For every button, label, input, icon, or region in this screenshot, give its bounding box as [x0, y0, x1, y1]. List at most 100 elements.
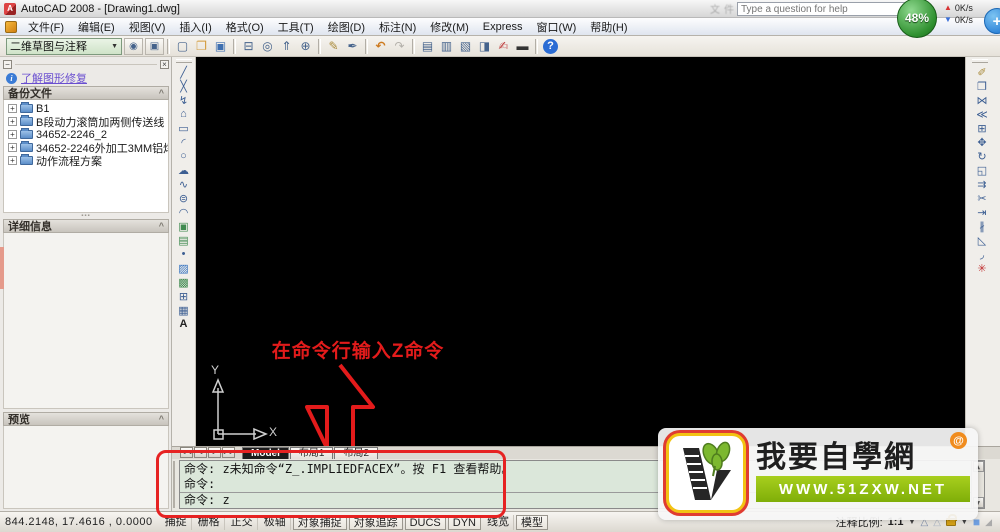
- preview-header[interactable]: 预览 ^: [3, 412, 169, 426]
- spline-icon[interactable]: ∿: [174, 177, 194, 191]
- help-search-input[interactable]: [737, 2, 913, 16]
- plot-preview-icon[interactable]: ◎: [258, 38, 277, 55]
- tree-item[interactable]: + B段动力滚筒加两侧传送线: [4, 115, 168, 128]
- tab-layout2[interactable]: 布局2: [334, 447, 379, 459]
- trim-icon[interactable]: ✂: [972, 191, 992, 205]
- mirror-icon[interactable]: ⋈: [972, 93, 992, 107]
- point-icon[interactable]: •: [174, 247, 194, 261]
- toggle-model[interactable]: 模型: [515, 514, 548, 530]
- markup-set-manager-icon[interactable]: ✍: [494, 38, 513, 55]
- ellipse-icon[interactable]: ⊜: [174, 191, 194, 205]
- fillet-icon[interactable]: ◞: [972, 247, 992, 261]
- erase-icon[interactable]: ✐: [972, 65, 992, 79]
- plot-icon[interactable]: ⊟: [239, 38, 258, 55]
- resize-grip[interactable]: ◢: [985, 517, 992, 528]
- command-window-grip[interactable]: [173, 461, 177, 508]
- backup-files-header[interactable]: 备份文件 ^: [3, 86, 169, 100]
- revcloud-icon[interactable]: ☁: [174, 163, 194, 177]
- learn-recovery-link[interactable]: 了解图形修复: [21, 70, 87, 86]
- pencil-icon[interactable]: ✎: [324, 38, 343, 55]
- prev-tab-button-icon[interactable]: ◄: [194, 447, 207, 458]
- expand-icon[interactable]: +: [8, 156, 17, 165]
- toggle-snap[interactable]: 捕捉: [161, 514, 192, 530]
- toggle-polar[interactable]: 极轴: [260, 514, 291, 530]
- first-tab-button-icon[interactable]: ◄◄: [180, 447, 193, 458]
- tree-item[interactable]: + 34652-2246外加工3MM铝焊接: [4, 141, 168, 154]
- stretch-icon[interactable]: ⇉: [972, 177, 992, 191]
- open-file-icon[interactable]: ❐: [192, 38, 211, 55]
- table-icon[interactable]: ▦: [174, 303, 194, 317]
- hatch-icon[interactable]: ▨: [174, 261, 194, 275]
- rotate-icon[interactable]: ↻: [972, 149, 992, 163]
- circle-icon[interactable]: ○: [174, 149, 194, 163]
- undo-icon[interactable]: ↶: [371, 38, 390, 55]
- toggle-grid[interactable]: 栅格: [194, 514, 225, 530]
- gradient-icon[interactable]: ▩: [174, 275, 194, 289]
- toggle-osnap[interactable]: 对象捕捉: [292, 514, 347, 530]
- publish-icon[interactable]: ⇑: [277, 38, 296, 55]
- toolbar-grip[interactable]: [175, 59, 192, 63]
- rectangle-icon[interactable]: ▭: [174, 121, 194, 135]
- make-block-icon[interactable]: ▤: [174, 233, 194, 247]
- explode-icon[interactable]: ✳: [972, 261, 992, 275]
- toggle-ducs[interactable]: DUCS: [404, 514, 446, 530]
- toggle-dyn[interactable]: DYN: [447, 514, 481, 530]
- toolbar-grip[interactable]: [972, 59, 988, 63]
- sheet-set-manager-icon[interactable]: ◨: [475, 38, 494, 55]
- menu-edit[interactable]: 编辑(E): [71, 18, 122, 36]
- new-file-icon[interactable]: ▢: [173, 38, 192, 55]
- polygon-icon[interactable]: ⌂: [174, 107, 194, 121]
- menu-modify[interactable]: 修改(M): [423, 18, 476, 36]
- toggle-lineweight[interactable]: 线宽: [483, 514, 514, 530]
- menu-window[interactable]: 窗口(W): [530, 18, 584, 36]
- tree-item[interactable]: + B1: [4, 102, 168, 115]
- copy-icon[interactable]: ❐: [972, 79, 992, 93]
- collapse-chevron-icon[interactable]: ^: [159, 88, 164, 98]
- tool-palettes-icon[interactable]: ▧: [456, 38, 475, 55]
- etransmit-icon[interactable]: ⊕: [296, 38, 315, 55]
- construction-line-icon[interactable]: ╳: [174, 79, 194, 93]
- tab-model[interactable]: Model: [242, 447, 289, 459]
- line-icon[interactable]: ╱: [174, 65, 194, 79]
- quickcalc-icon[interactable]: ▬: [513, 38, 532, 55]
- match-properties-icon[interactable]: ✒: [343, 38, 362, 55]
- expand-icon[interactable]: +: [8, 104, 17, 113]
- array-icon[interactable]: ⊞: [972, 121, 992, 135]
- collapse-chevron-icon[interactable]: ^: [159, 414, 164, 424]
- expand-icon[interactable]: +: [8, 117, 17, 126]
- menu-help[interactable]: 帮助(H): [583, 18, 634, 36]
- insert-block-icon[interactable]: ▣: [174, 219, 194, 233]
- palette-close-button[interactable]: ×: [160, 59, 169, 69]
- toggle-otrack[interactable]: 对象追踪: [348, 514, 403, 530]
- tab-layout1[interactable]: 布局1: [289, 447, 334, 459]
- tree-item[interactable]: + 34652-2246_2: [4, 128, 168, 141]
- expand-icon[interactable]: +: [8, 143, 17, 152]
- drawing-canvas[interactable]: Y X 在命令行输入Z命令: [196, 57, 970, 450]
- palette-minimize-button[interactable]: −: [3, 59, 12, 69]
- break-icon[interactable]: ∦: [972, 219, 992, 233]
- menu-draw[interactable]: 绘图(D): [321, 18, 372, 36]
- properties-icon[interactable]: ▤: [418, 38, 437, 55]
- menu-format[interactable]: 格式(O): [219, 18, 271, 36]
- tree-item[interactable]: + 动作流程方案: [4, 154, 168, 167]
- mtext-icon[interactable]: A: [174, 317, 194, 331]
- designcenter-icon[interactable]: ▥: [437, 38, 456, 55]
- chamfer-icon[interactable]: ◺: [972, 233, 992, 247]
- region-icon[interactable]: ⊞: [174, 289, 194, 303]
- next-tab-button-icon[interactable]: ►: [208, 447, 221, 458]
- scale-icon[interactable]: ◱: [972, 163, 992, 177]
- polyline-icon[interactable]: ↯: [174, 93, 194, 107]
- ellipse-arc-icon[interactable]: ◠: [174, 205, 194, 219]
- menu-insert[interactable]: 插入(I): [172, 18, 218, 36]
- menu-view[interactable]: 视图(V): [122, 18, 173, 36]
- menu-express[interactable]: Express: [476, 20, 530, 34]
- toggle-ortho[interactable]: 正交: [227, 514, 258, 530]
- menu-tools[interactable]: 工具(T): [271, 18, 321, 36]
- arc-icon[interactable]: ◜: [174, 135, 194, 149]
- move-icon[interactable]: ✥: [972, 135, 992, 149]
- last-tab-button-icon[interactable]: ►►: [222, 447, 235, 458]
- menu-file[interactable]: 文件(F): [21, 18, 71, 36]
- redo-icon[interactable]: ↷: [390, 38, 409, 55]
- collapse-chevron-icon[interactable]: ^: [159, 221, 164, 231]
- details-header[interactable]: 详细信息 ^: [3, 219, 169, 233]
